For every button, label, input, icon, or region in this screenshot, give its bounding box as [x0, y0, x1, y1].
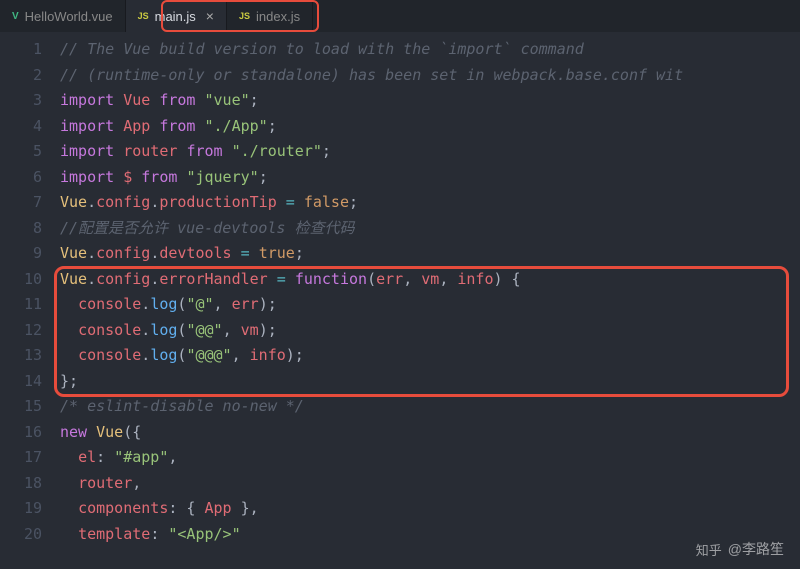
code-line: components: { App }, — [60, 496, 800, 522]
watermark: 知乎 @李路笙 — [696, 539, 784, 559]
code-line: template: "<App/>" — [60, 522, 800, 548]
code-line: console.log("@", err); — [60, 292, 800, 318]
code-line: console.log("@@", vm); — [60, 318, 800, 344]
line-number: 17 — [0, 445, 60, 471]
tab-label: HelloWorld.vue — [25, 9, 113, 24]
js-icon: JS — [239, 11, 250, 21]
editor: 1 2 3 4 5 6 7 8 9 10 11 12 13 14 15 16 1… — [0, 32, 800, 569]
zhihu-icon: 知乎 — [696, 540, 722, 559]
line-number: 2 — [0, 63, 60, 89]
line-number: 15 — [0, 394, 60, 420]
js-icon: JS — [138, 11, 149, 21]
code-line: //配置是否允许 vue-devtools 检查代码 — [60, 216, 800, 242]
line-number: 4 — [0, 114, 60, 140]
code-line: el: "#app", — [60, 445, 800, 471]
line-number: 11 — [0, 292, 60, 318]
vue-icon: V — [12, 11, 19, 22]
code-line: import router from "./router"; — [60, 139, 800, 165]
code-line: new Vue({ — [60, 420, 800, 446]
line-number: 9 — [0, 241, 60, 267]
line-number: 18 — [0, 471, 60, 497]
code-area[interactable]: // The Vue build version to load with th… — [60, 32, 800, 569]
line-number: 10 — [0, 267, 60, 293]
line-number-gutter: 1 2 3 4 5 6 7 8 9 10 11 12 13 14 15 16 1… — [0, 32, 60, 569]
tab-indexjs[interactable]: JS index.js — [227, 0, 313, 32]
line-number: 3 — [0, 88, 60, 114]
line-number: 16 — [0, 420, 60, 446]
code-line: router, — [60, 471, 800, 497]
line-number: 6 — [0, 165, 60, 191]
tab-helloworld[interactable]: V HelloWorld.vue — [0, 0, 126, 32]
code-line: /* eslint-disable no-new */ — [60, 394, 800, 420]
line-number: 8 — [0, 216, 60, 242]
line-number: 5 — [0, 139, 60, 165]
tab-mainjs[interactable]: JS main.js × — [126, 0, 227, 32]
code-line: Vue.config.devtools = true; — [60, 241, 800, 267]
code-line: Vue.config.errorHandler = function(err, … — [60, 267, 800, 293]
code-line: Vue.config.productionTip = false; — [60, 190, 800, 216]
code-line: console.log("@@@", info); — [60, 343, 800, 369]
watermark-author: @李路笙 — [728, 539, 784, 559]
code-line: import $ from "jquery"; — [60, 165, 800, 191]
line-number: 7 — [0, 190, 60, 216]
code-line: import Vue from "vue"; — [60, 88, 800, 114]
line-number: 12 — [0, 318, 60, 344]
line-number: 20 — [0, 522, 60, 548]
code-line: import App from "./App"; — [60, 114, 800, 140]
code-line: }; — [60, 369, 800, 395]
close-icon[interactable]: × — [206, 8, 214, 24]
code-line: // (runtime-only or standalone) has been… — [60, 63, 800, 89]
tab-label: main.js — [155, 9, 196, 24]
tab-label: index.js — [256, 9, 300, 24]
line-number: 1 — [0, 37, 60, 63]
code-line: // The Vue build version to load with th… — [60, 37, 800, 63]
line-number: 19 — [0, 496, 60, 522]
tab-bar: V HelloWorld.vue JS main.js × JS index.j… — [0, 0, 800, 32]
line-number: 13 — [0, 343, 60, 369]
line-number: 14 — [0, 369, 60, 395]
